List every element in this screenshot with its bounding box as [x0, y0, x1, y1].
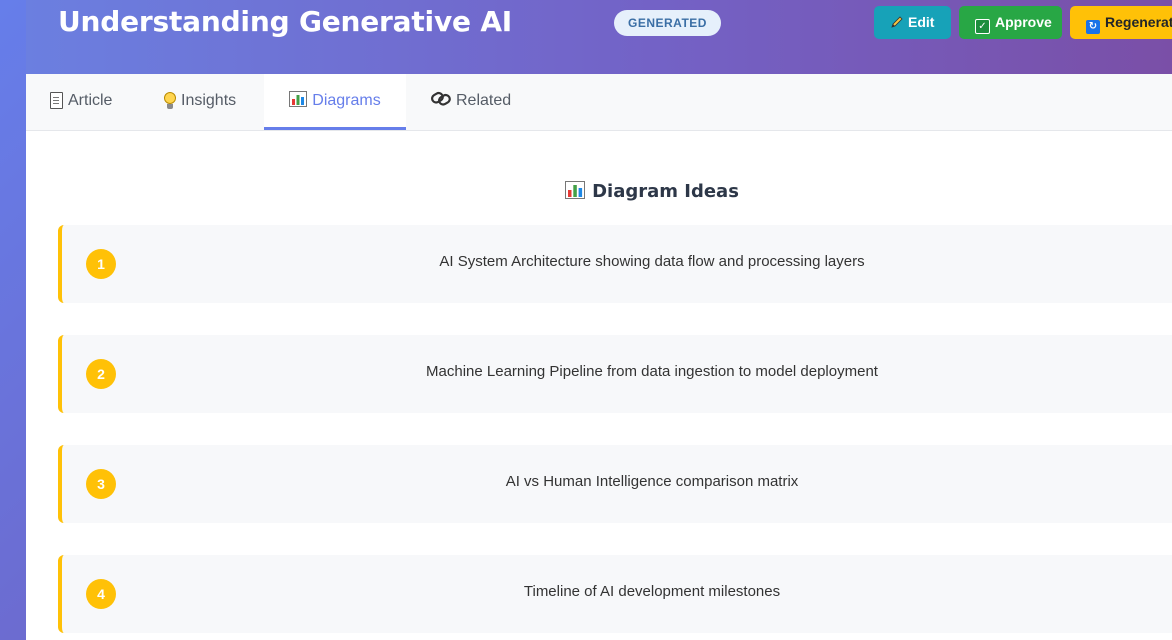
edit-button-label: Edit	[908, 14, 935, 30]
main-panel: Understanding Generative AI GENERATED Ed…	[26, 0, 1172, 640]
tab-label: Insights	[181, 92, 237, 109]
regenerate-button[interactable]: ↻ Regenerate	[1070, 6, 1172, 39]
tab-article[interactable]: Article	[50, 74, 112, 130]
item-text: AI vs Human Intelligence comparison matr…	[505, 473, 799, 490]
item-text: AI System Architecture showing data flow…	[439, 253, 865, 270]
item-text: Timeline of AI development milestones	[523, 583, 781, 600]
page-header: Understanding Generative AI GENERATED Ed…	[26, 0, 1172, 74]
lightbulb-icon	[164, 91, 176, 110]
diagrams-panel: Diagram Ideas 1 AI System Architecture s…	[26, 131, 1172, 640]
tab-related[interactable]: Related	[431, 74, 511, 130]
diagram-idea-item: 3 AI vs Human Intelligence comparison ma…	[58, 445, 1172, 523]
document-icon	[50, 92, 63, 110]
diagram-idea-item: 2 Machine Learning Pipeline from data in…	[58, 335, 1172, 413]
page-title: Understanding Generative AI	[58, 5, 513, 38]
approve-button[interactable]: ✓ Approve	[959, 6, 1062, 39]
tab-label: Diagrams	[312, 92, 381, 110]
section-title-text: Diagram Ideas	[592, 181, 739, 202]
tab-insights[interactable]: Insights	[164, 74, 236, 130]
tab-bar: Article Insights Diagrams Related	[26, 74, 1172, 131]
diagram-idea-item: 1 AI System Architecture showing data fl…	[58, 225, 1172, 303]
approve-button-label: Approve	[995, 14, 1052, 30]
item-text: Machine Learning Pipeline from data inge…	[426, 363, 878, 380]
bar-chart-icon	[565, 181, 586, 199]
section-title: Diagram Ideas	[26, 181, 1172, 202]
edit-button[interactable]: Edit	[874, 6, 951, 39]
status-badge: GENERATED	[614, 10, 721, 36]
link-icon	[431, 74, 451, 128]
tab-label: Related	[456, 92, 512, 110]
diagram-idea-item: 4 Timeline of AI development milestones	[58, 555, 1172, 633]
pencil-icon	[890, 6, 904, 39]
tab-label: Article	[68, 92, 113, 109]
regenerate-button-label: Regenerate	[1105, 14, 1172, 30]
refresh-icon: ↻	[1086, 20, 1100, 34]
checkmark-icon: ✓	[975, 19, 990, 34]
tab-diagrams[interactable]: Diagrams	[264, 74, 406, 130]
bar-chart-icon	[289, 74, 308, 128]
